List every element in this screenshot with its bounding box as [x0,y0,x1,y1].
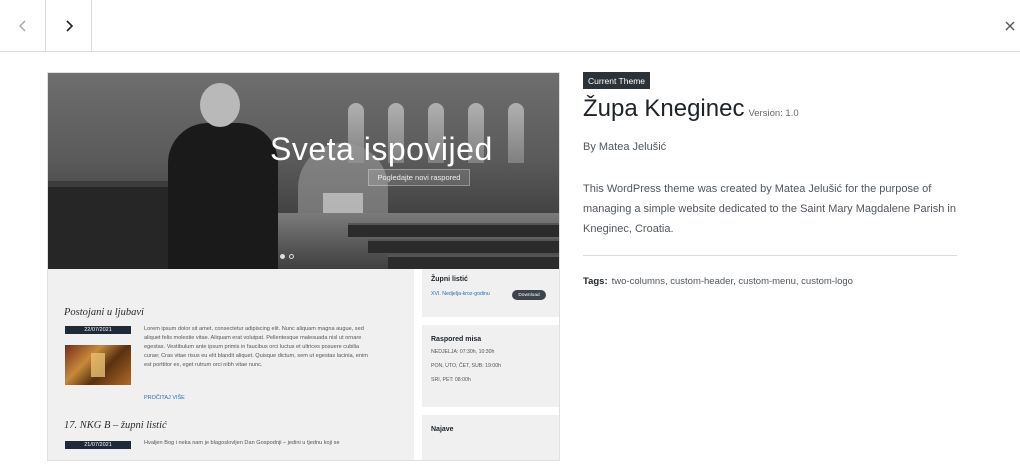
widget-title: Župni listić [431,276,468,283]
previous-theme-button[interactable] [0,0,46,52]
post-title: Postojani u ljubavi [64,307,144,318]
hero-window [508,103,524,163]
close-icon [1005,21,1015,31]
widget-title: Raspored misa [431,336,482,343]
post-date: 21/07/2021 [65,441,131,449]
post-excerpt: Lorem ipsum dolor sit amet, consectetur … [144,326,368,368]
theme-name-heading: Župa Kneginec Version: 1.0 [583,95,799,123]
schedule-row: PON, UTO, ČET, SUB: 19:00h [431,363,501,369]
post-date: 22/07/2021 [65,326,131,334]
theme-name: Župa Kneginec [583,95,745,122]
post-title: 17. NKG B – župni listić [64,420,167,431]
chevron-left-icon [18,20,26,32]
schedule-row: SRI, PET: 08:00h [431,377,471,383]
current-theme-badge: Current Theme [583,72,651,89]
hero-title: Sveta ispovijed [270,131,493,167]
widget-title: Najave [431,426,454,433]
close-button[interactable] [1000,0,1020,52]
preview-content: Postojani u ljubavi 22/07/2021 Lorem ips… [48,269,559,460]
post-thumbnail [65,345,131,385]
person-head [200,83,240,127]
post-excerpt: Hvaljen Bog i neka nam je blagoslovljen … [144,440,340,446]
slider-dot [280,254,285,259]
mass-schedule-widget: Raspored misa NEDJELJA: 07:30h, 10:30h P… [422,325,559,407]
theme-tags: Tags: two-columns, custom-header, custom-… [583,276,853,287]
leaflet-widget: Župni listić XVI. Nedjelja-kroz-godinu D… [422,269,559,317]
slider-dots [280,254,294,259]
download-button: Download [512,290,546,300]
theme-description: This WordPress theme was created by Mate… [583,183,956,235]
slider-dot [289,254,294,259]
theme-overlay-header [0,0,1020,52]
schedule-row: NEDJELJA: 07:30h, 10:30h [431,349,495,355]
news-widget: Najave [422,415,559,460]
hero-pew [368,239,559,253]
hero-pew [388,255,559,269]
hero-button: Pogledajte novi raspored [368,169,470,186]
tags-list: two-columns, custom-header, custom-menu,… [611,276,853,287]
tags-label: Tags: [583,276,608,287]
next-theme-button[interactable] [46,0,92,52]
person-body [168,123,278,269]
hero-person [168,81,278,269]
theme-author: By Matea Jelušić [583,141,667,153]
hero-banner: Sveta ispovijed Pogledajte novi raspored [48,73,559,269]
posts-column: Postojani u ljubavi 22/07/2021 Lorem ips… [48,269,414,460]
theme-screenshot: Sveta ispovijed Pogledajte novi raspored… [47,72,560,461]
hero-pew [348,223,559,237]
divider [583,255,957,256]
theme-version: Version: 1.0 [748,108,799,119]
chevron-right-icon [65,20,73,32]
read-more-link: PROČITAJ VIŠE [144,395,185,401]
